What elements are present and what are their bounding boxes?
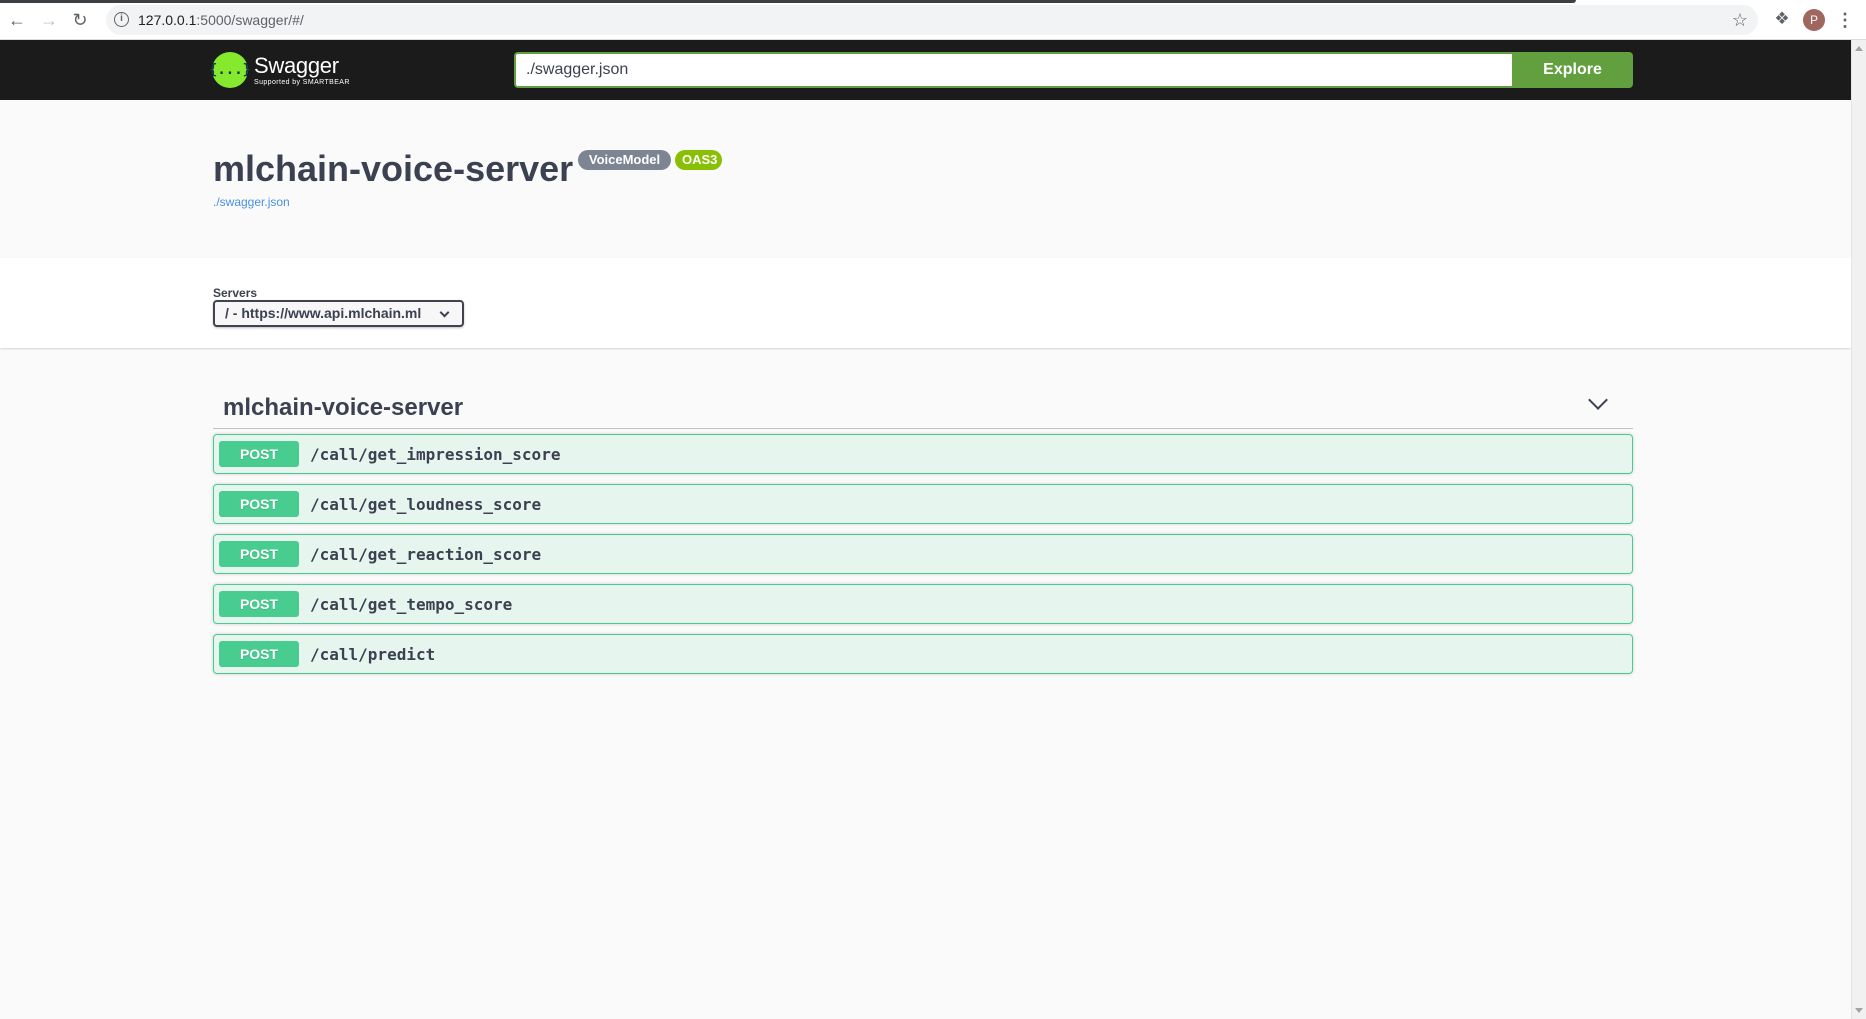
operation-path: /call/get_loudness_score — [310, 495, 542, 514]
scroll-down-icon[interactable] — [1855, 1008, 1863, 1013]
operation-path: /call/get_tempo_score — [310, 595, 513, 614]
method-badge: POST — [219, 641, 299, 667]
swagger-topbar: {...} Swagger Supported by SMARTBEAR ./s… — [0, 40, 1851, 100]
avatar[interactable]: P — [1803, 9, 1825, 31]
url-host: 127.0.0.1 — [138, 12, 197, 28]
version-badge: VoiceModel — [578, 150, 671, 170]
tag-section: mlchain-voice-server POST /call/get_impr… — [213, 386, 1633, 684]
page-viewport: {...} Swagger Supported by SMARTBEAR ./s… — [0, 40, 1851, 1019]
tag-name[interactable]: mlchain-voice-server — [223, 394, 463, 422]
method-badge: POST — [219, 441, 299, 467]
operation-row[interactable]: POST /call/get_reaction_score — [213, 534, 1633, 574]
spec-url-input[interactable]: ./swagger.json — [514, 52, 1514, 88]
servers-container: Servers / - https://www.api.mlchain.ml — [0, 258, 1851, 348]
explore-button[interactable]: Explore — [1512, 52, 1633, 88]
method-badge: POST — [219, 591, 299, 617]
oas-badge: OAS3 — [675, 150, 722, 170]
logo-name: Swagger — [254, 52, 339, 78]
logo-text: Swagger Supported by SMARTBEAR — [254, 52, 350, 87]
operation-row[interactable]: POST /call/get_impression_score — [213, 434, 1633, 474]
method-badge: POST — [219, 541, 299, 567]
kebab-menu-icon[interactable]: ⋮ — [1836, 8, 1854, 32]
puzzle-icon[interactable]: ❖ — [1772, 9, 1792, 29]
operation-row[interactable]: POST /call/get_tempo_score — [213, 584, 1633, 624]
swagger-logo[interactable]: {...} Swagger Supported by SMARTBEAR — [209, 50, 350, 90]
spec-link[interactable]: ./swagger.json — [213, 195, 290, 209]
reload-icon[interactable]: ↻ — [68, 8, 92, 32]
logo-subtitle: Supported by SMARTBEAR — [254, 78, 350, 86]
operation-row[interactable]: POST /call/predict — [213, 634, 1633, 674]
tab-strip-edge — [0, 0, 1576, 3]
servers-label: Servers — [213, 286, 258, 300]
chevron-down-icon — [439, 307, 450, 318]
operation-path: /call/get_reaction_score — [310, 545, 542, 564]
scroll-up-icon[interactable] — [1855, 46, 1863, 51]
star-icon[interactable]: ☆ — [1732, 9, 1748, 31]
tag-header[interactable]: mlchain-voice-server — [213, 386, 1633, 429]
arrow-right-icon[interactable]: → — [37, 8, 61, 32]
operation-path: /call/predict — [310, 645, 436, 664]
operation-row[interactable]: POST /call/get_loudness_score — [213, 484, 1633, 524]
info-icon[interactable]: i — [114, 12, 129, 27]
arrow-left-icon[interactable]: ← — [5, 8, 29, 32]
servers-selected-value: / - https://www.api.mlchain.ml — [225, 305, 422, 321]
address-bar[interactable]: i 127.0.0.1:5000/swagger/#/ ☆ — [106, 5, 1758, 35]
browser-toolbar: ← → ↻ i 127.0.0.1:5000/swagger/#/ ☆ ❖ P … — [0, 0, 1866, 40]
address-bar-url[interactable]: 127.0.0.1:5000/swagger/#/ — [138, 12, 304, 28]
operation-path: /call/get_impression_score — [310, 445, 561, 464]
servers-select[interactable]: / - https://www.api.mlchain.ml — [213, 300, 464, 327]
url-path: :5000/swagger/#/ — [196, 12, 304, 28]
page-title: mlchain-voice-server — [213, 148, 574, 189]
page-scrollbar[interactable] — [1851, 40, 1866, 1019]
chevron-down-icon[interactable] — [1588, 390, 1608, 410]
method-badge: POST — [219, 491, 299, 517]
swagger-logo-icon: {...} — [209, 52, 251, 88]
